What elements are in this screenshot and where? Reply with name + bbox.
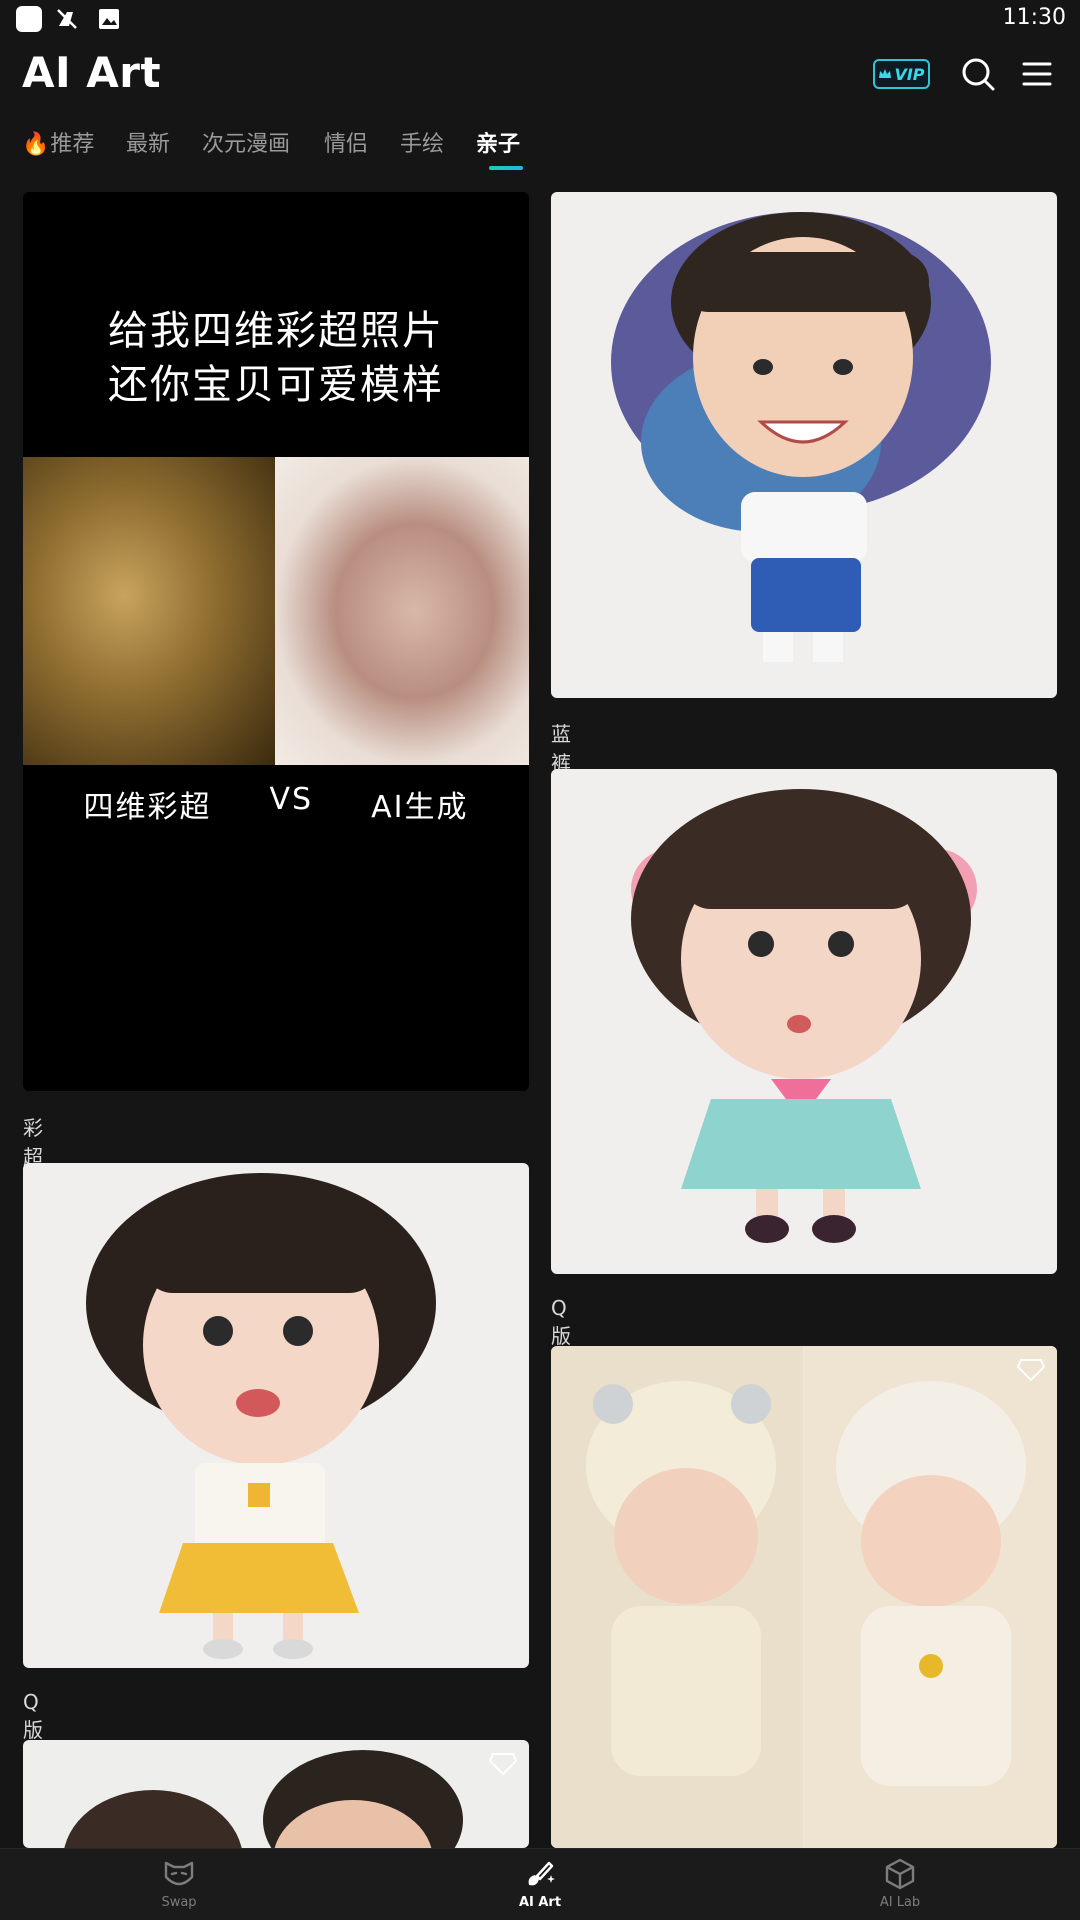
vip-label: VIP [894,64,925,84]
favorite-icon[interactable] [1017,1358,1045,1382]
nav-label: Swap [161,1895,197,1910]
nav-ai-art[interactable]: AI Art [480,1857,600,1910]
category-tabs: 🔥推荐 最新 次元漫画 情侣 手绘 亲子 [22,126,536,176]
tab-recommend[interactable]: 🔥推荐 [22,126,126,166]
card-headline-2: 还你宝贝可爱模样 [108,362,444,408]
baby-comparison-photo [551,1346,1057,1848]
chibi-boy-illustration [611,212,991,662]
nav-label: AI Lab [879,1895,921,1910]
ai-art-screen: 11:30 AI Art VIP 🔥推荐 最新 次元漫画 情侣 手绘 亲子 给我… [0,0,1080,1920]
nav-ai-lab[interactable]: AI Lab [840,1857,960,1910]
cube-icon [885,1858,915,1890]
page-title: AI Art [22,48,162,97]
status-bar: 11:30 [0,0,1080,38]
search-icon[interactable] [960,56,996,92]
image-icon [99,9,119,29]
tab-label: 次元漫画 [202,132,291,157]
tab-latest[interactable]: 最新 [126,126,202,166]
status-time: 11:30 [1002,5,1066,30]
vip-button[interactable]: VIP [873,59,930,89]
card-image [23,1740,529,1848]
bottom-navigation: Swap AI Art AI Lab [0,1848,1080,1920]
tab-label: 推荐 [50,132,95,157]
card-image [551,769,1057,1274]
nav-swap[interactable]: Swap [119,1857,239,1910]
tab-hand-drawn[interactable]: 手绘 [400,126,476,166]
app-notification-icon [16,6,42,32]
tab-label: 手绘 [400,132,445,157]
menu-icon[interactable] [1022,56,1052,92]
favorite-icon[interactable] [489,1752,517,1776]
card-caption: 四维彩超 VS AI生成 [23,782,529,826]
tab-parent-child[interactable]: 亲子 [476,126,536,166]
caption-left: 四维彩超 [83,790,212,825]
fire-icon: 🔥 [22,132,50,157]
crown-icon [879,69,892,78]
card-image [551,1346,1057,1848]
tab-label: 最新 [126,132,171,157]
baby-photo [275,457,529,765]
chibi-princess-illustration [631,789,977,1243]
mute-icon [57,9,77,29]
tab-label: 情侣 [324,132,369,157]
caption-right: AI生成 [371,790,469,825]
chibi-girl-illustration [86,1173,436,1659]
card-image [23,1163,529,1668]
tab-anime-comics[interactable]: 次元漫画 [202,126,324,166]
family-photo [64,1750,463,1848]
brush-sparkle-icon [528,1861,555,1886]
mask-icon [164,1861,194,1886]
caption-vs: VS [269,782,314,817]
tab-label: 亲子 [476,132,521,157]
tab-couples[interactable]: 情侣 [324,126,400,166]
nav-label: AI Art [518,1895,562,1910]
ultrasound-photo [23,457,275,765]
card-headline-1: 给我四维彩超照片 [108,308,444,354]
card-image: 给我四维彩超照片 还你宝贝可爱模样 四维彩超 VS AI生成 [23,192,529,1091]
card-image [551,192,1057,698]
